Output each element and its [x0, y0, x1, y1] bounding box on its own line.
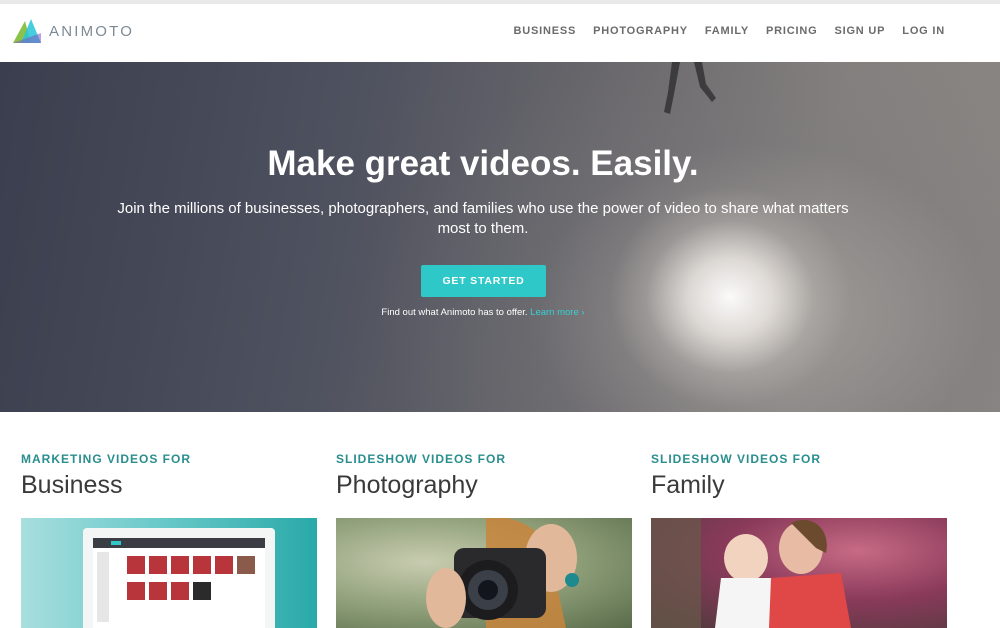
family-thumbnail-image[interactable] — [651, 518, 947, 628]
camera-photo-icon — [426, 518, 579, 628]
main-nav: BUSINESS PHOTOGRAPHY FAMILY PRICING SIGN… — [513, 25, 945, 37]
hero-note: Find out what Animoto has to offer. Lear… — [0, 307, 966, 318]
card-heading: Photography — [336, 471, 478, 499]
card-family[interactable]: SLIDESHOW VIDEOS FOR Family — [651, 452, 947, 628]
nav-sign-up[interactable]: SIGN UP — [834, 25, 885, 37]
nav-log-in[interactable]: LOG IN — [902, 25, 945, 37]
hero-banner: Make great videos. Easily. Join the mill… — [0, 62, 1000, 412]
card-kicker: SLIDESHOW VIDEOS FOR — [651, 452, 822, 466]
card-heading: Family — [651, 471, 725, 499]
nav-pricing[interactable]: PRICING — [766, 25, 817, 37]
site-header: ANIMOTO BUSINESS PHOTOGRAPHY FAMILY PRIC… — [0, 4, 1000, 62]
hero-note-text: Find out what Animoto has to offer. — [381, 307, 528, 318]
laptop-screenshot-icon — [83, 528, 275, 628]
get-started-button[interactable]: GET STARTED — [421, 265, 546, 297]
family-photo-icon — [651, 518, 851, 628]
hero-title: Make great videos. Easily. — [267, 144, 699, 183]
card-kicker: MARKETING VIDEOS FOR — [21, 452, 192, 466]
card-kicker: SLIDESHOW VIDEOS FOR — [336, 452, 507, 466]
business-thumbnail-image[interactable] — [21, 518, 317, 628]
animoto-logo-icon — [13, 19, 41, 43]
card-business[interactable]: MARKETING VIDEOS FOR Business — [21, 452, 317, 628]
hero-subtitle: Join the millions of businesses, photogr… — [117, 200, 849, 237]
learn-more-link[interactable]: Learn more › — [530, 307, 584, 318]
nav-business[interactable]: BUSINESS — [513, 25, 576, 37]
card-heading: Business — [21, 471, 123, 499]
nav-family[interactable]: FAMILY — [705, 25, 749, 37]
hero-figure-image — [664, 62, 716, 114]
card-photography[interactable]: SLIDESHOW VIDEOS FOR Photography — [336, 452, 632, 628]
brand-name: ANIMOTO — [49, 22, 135, 40]
nav-photography[interactable]: PHOTOGRAPHY — [593, 25, 688, 37]
brand-logo[interactable]: ANIMOTO — [11, 17, 134, 45]
photography-thumbnail-image[interactable] — [336, 518, 632, 628]
